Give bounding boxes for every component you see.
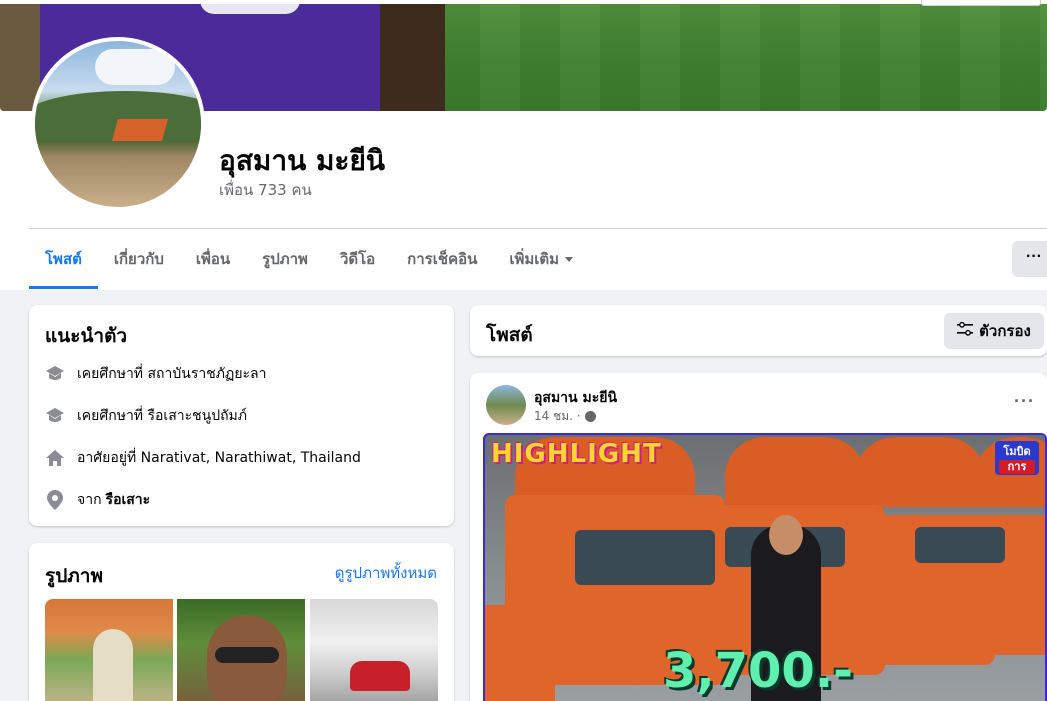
brand-badge-top: โมบิด	[1003, 445, 1031, 458]
image-highlight-text: HIGHLIGHT	[491, 439, 662, 469]
post-image[interactable]: HIGHLIGHT 3,700.- โมบิด การ	[483, 433, 1047, 701]
post-author-name[interactable]: อุสมาน มะยีนิ	[534, 387, 617, 409]
profile-more-button[interactable]: ···	[1012, 241, 1047, 277]
filter-sliders-icon	[957, 321, 974, 340]
brand-badge-bottom: การ	[999, 460, 1035, 474]
tab-friends[interactable]: เพื่อน	[180, 229, 246, 289]
brand-badge: โมบิด การ	[995, 441, 1039, 475]
intro-item-education-1: เคยศึกษาที่ สถาบันราชภัฏยะลา	[45, 363, 267, 385]
tab-videos[interactable]: วิดีโอ	[324, 229, 391, 289]
graduation-cap-icon	[45, 364, 65, 384]
post-card: อุสมาน มะยีนิ 14 ชม. · ··· HIGHLIGHT 3,7…	[470, 373, 1047, 701]
photos-card: รูปภาพ ดูรูปภาพทั้งหมด	[29, 543, 454, 701]
filter-button[interactable]: ตัวกรอง	[944, 313, 1044, 349]
posts-header-card: โพสต์ ตัวกรอง	[470, 305, 1047, 356]
intro-item-text: อาศัยอยู่ที่ Narativat, Narathiwat, Thai…	[77, 450, 361, 466]
see-all-photos-link[interactable]: ดูรูปภาพทั้งหมด	[335, 561, 437, 585]
tab-more-label: เพิ่มเติม	[509, 250, 560, 268]
photo-thumbnail[interactable]	[45, 599, 173, 701]
intro-item-prefix: จาก	[77, 492, 102, 508]
tab-photos[interactable]: รูปภาพ	[246, 229, 324, 289]
intro-item-residence: อาศัยอยู่ที่ Narativat, Narathiwat, Thai…	[45, 447, 361, 469]
profile-name: อุสมาน มะยีนิ	[219, 144, 386, 177]
photos-title: รูปภาพ	[45, 565, 103, 587]
graduation-cap-icon	[45, 406, 65, 426]
post-timestamp[interactable]: 14 ชม. ·	[534, 407, 581, 426]
post-author-avatar[interactable]	[486, 385, 526, 425]
tab-checkins[interactable]: การเช็คอิน	[391, 229, 493, 289]
intro-title: แนะนำตัว	[45, 325, 128, 347]
posts-title: โพสต์	[486, 324, 533, 346]
profile-header: อุสมาน มะยีนิ เพื่อน 733 คน โพสต์ เกี่ยว…	[0, 0, 1047, 290]
intro-item-text: เคยศึกษาที่ สถาบันราชภัฏยะลา	[77, 366, 267, 382]
post-meta: 14 ชม. ·	[534, 407, 596, 426]
filter-label: ตัวกรอง	[979, 322, 1031, 340]
friend-count[interactable]: เพื่อน 733 คน	[219, 178, 312, 202]
location-pin-icon	[45, 490, 65, 510]
post-menu-button[interactable]: ···	[1014, 391, 1035, 412]
cover-edit-tab	[921, 0, 1041, 6]
caret-down-icon	[565, 257, 574, 262]
profile-avatar[interactable]	[31, 37, 205, 211]
tab-posts[interactable]: โพสต์	[29, 229, 98, 289]
image-price-text: 3,700.-	[663, 643, 853, 699]
tab-about[interactable]: เกี่ยวกับ	[98, 229, 180, 289]
hometown-link[interactable]: รือเสาะ	[106, 489, 151, 511]
tab-more[interactable]: เพิ่มเติม	[493, 229, 589, 289]
photo-thumbnail[interactable]	[310, 599, 438, 701]
home-icon	[45, 448, 65, 468]
profile-tabs: โพสต์ เกี่ยวกับ เพื่อน รูปภาพ วิดีโอ การ…	[29, 229, 589, 289]
intro-item-education-2: เคยศึกษาที่ รือเสาะชนูปถัมภ์	[45, 405, 247, 427]
intro-item-hometown: จาก รือเสาะ	[45, 489, 150, 511]
intro-item-text: เคยศึกษาที่ รือเสาะชนูปถัมภ์	[77, 408, 248, 424]
photo-thumbnail[interactable]	[177, 599, 305, 701]
globe-icon	[584, 411, 596, 422]
intro-card: แนะนำตัว เคยศึกษาที่ สถาบันราชภัฏยะลา เค…	[29, 305, 454, 526]
